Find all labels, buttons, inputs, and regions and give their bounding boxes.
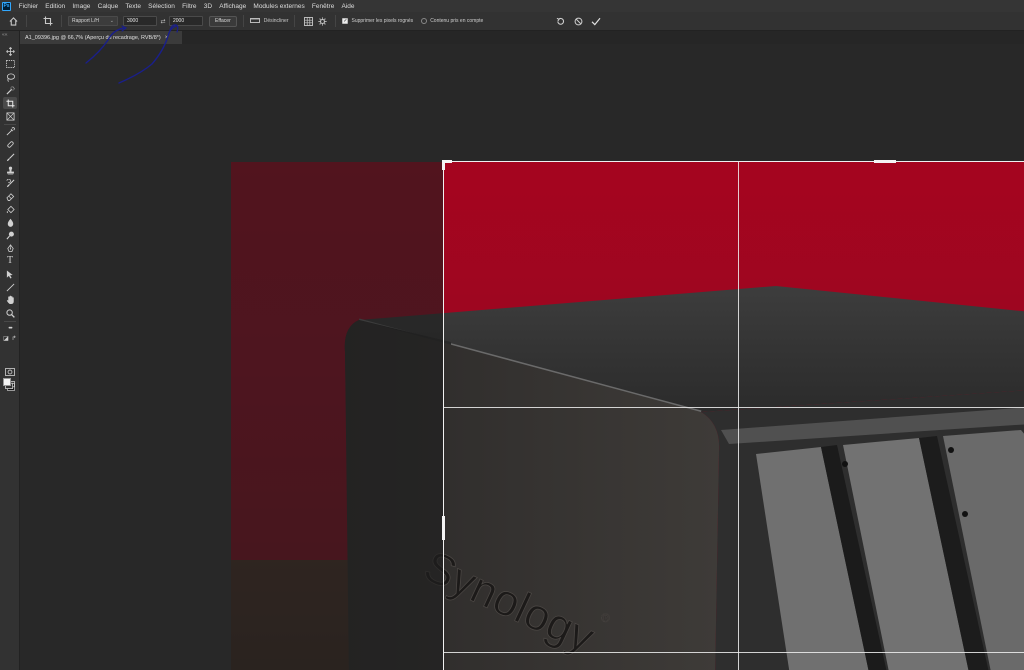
content-aware-label: Contenu pris en compte (430, 18, 484, 24)
blur-tool-icon[interactable] (3, 216, 17, 228)
crop-shield-overlay (231, 162, 443, 670)
checkbox-checked-icon: ✓ (342, 18, 349, 24)
crop-box[interactable] (442, 160, 1024, 670)
divider (242, 15, 244, 27)
close-icon[interactable]: × (165, 35, 169, 41)
divider (335, 15, 337, 27)
more-tools-icon[interactable]: ••• (3, 323, 17, 335)
pen-tool-icon[interactable] (3, 242, 17, 254)
marquee-tool-icon[interactable] (3, 58, 17, 70)
options-bar: Rapport L/H ⌄ 3000 ⇄ 2000 Effacer Désinc… (0, 12, 1024, 31)
dodge-tool-icon[interactable] (3, 229, 17, 241)
crop-ratio-select[interactable]: Rapport L/H ⌄ (68, 16, 118, 26)
menu-modules-externes[interactable]: Modules externes (250, 3, 309, 10)
straighten-icon (249, 17, 260, 26)
crop-handle-top-left[interactable] (442, 160, 445, 170)
brush-tool-icon[interactable] (3, 151, 17, 163)
divider (294, 15, 296, 27)
crop-width-input[interactable]: 3000 (123, 16, 157, 26)
menu-edition[interactable]: Edition (42, 3, 69, 10)
move-tool-icon[interactable] (3, 45, 17, 57)
menu-fenetre[interactable]: Fenêtre (308, 3, 338, 10)
swap-colors-icon[interactable]: ↱ (10, 335, 18, 343)
delete-cropped-pixels-checkbox[interactable]: ✓ Supprimer les pixels rognés (342, 18, 413, 24)
clear-button[interactable]: Effacer (209, 15, 237, 27)
menu-selection[interactable]: Sélection (145, 3, 179, 10)
divider (26, 15, 27, 27)
photoshop-logo-icon: Ps (2, 1, 11, 11)
paint-bucket-tool-icon[interactable] (3, 203, 17, 215)
straighten-label: Désincliner (263, 18, 289, 24)
crop-handle-left[interactable] (442, 516, 445, 540)
menu-aide[interactable]: Aide (338, 3, 358, 10)
lasso-tool-icon[interactable] (3, 71, 17, 83)
content-aware-checkbox[interactable]: Contenu pris en compte (421, 18, 483, 24)
grid-overlay-icon[interactable] (301, 14, 315, 28)
straighten-button[interactable]: Désincliner (249, 17, 289, 26)
menu-calque[interactable]: Calque (94, 3, 122, 10)
divider (61, 15, 62, 27)
divider (4, 321, 16, 322)
crop-height-input[interactable]: 2000 (169, 16, 203, 26)
default-colors-icon[interactable]: ◪ (2, 335, 10, 343)
eyedropper-tool-icon[interactable] (3, 125, 17, 137)
menu-texte[interactable]: Texte (122, 3, 145, 10)
clone-stamp-tool-icon[interactable] (3, 164, 17, 176)
path-selection-tool-icon[interactable] (3, 268, 17, 280)
type-tool-icon[interactable]: T (3, 255, 17, 267)
gear-icon[interactable] (315, 14, 329, 28)
rule-of-thirds-line (738, 162, 739, 670)
delete-cropped-pixels-label: Supprimer les pixels rognés (351, 18, 414, 24)
collapse-panel-icon[interactable]: «« (2, 32, 8, 38)
chevron-down-icon: ⌄ (109, 18, 114, 24)
document-tab[interactable]: A1_09396.jpg @ 66,7% (Aperçu du recadrag… (20, 31, 182, 44)
quick-selection-tool-icon[interactable] (3, 84, 17, 96)
checkmark-icon[interactable] (589, 14, 603, 28)
menu-fichier[interactable]: Fichier (15, 3, 42, 10)
photoshop-window: Ps Fichier Edition Image Calque Texte Sé… (0, 0, 1024, 670)
document-tab-title: A1_09396.jpg @ 66,7% (Aperçu du recadrag… (25, 34, 161, 41)
healing-brush-tool-icon[interactable] (3, 138, 17, 150)
eraser-tool-icon[interactable] (3, 190, 17, 202)
menu-3d[interactable]: 3D (200, 3, 216, 10)
frame-tool-icon[interactable] (3, 110, 17, 122)
hand-tool-icon[interactable] (3, 294, 17, 306)
swap-icon[interactable]: ⇄ (157, 18, 169, 25)
foreground-color-swatch[interactable] (3, 378, 11, 386)
zoom-tool-icon[interactable] (3, 307, 17, 319)
crop-ratio-value: Rapport L/H (72, 18, 99, 24)
crop-tool-icon[interactable] (3, 97, 17, 109)
home-icon[interactable] (6, 14, 20, 28)
checkbox-unchecked-icon (421, 18, 428, 24)
undo-icon[interactable] (553, 14, 567, 28)
canvas-area[interactable]: Synology ® (20, 44, 1024, 670)
line-tool-icon[interactable] (3, 281, 17, 293)
cancel-icon[interactable] (571, 14, 585, 28)
history-brush-tool-icon[interactable] (3, 177, 17, 189)
document-tab-bar: A1_09396.jpg @ 66,7% (Aperçu du recadrag… (20, 31, 1024, 44)
quick-mask-icon[interactable] (3, 366, 17, 378)
menu-image[interactable]: Image (69, 3, 94, 10)
rule-of-thirds-line (444, 652, 1024, 653)
crop-preset-icon[interactable] (41, 14, 55, 28)
menu-affichage[interactable]: Affichage (216, 3, 250, 10)
crop-handle-top[interactable] (874, 160, 896, 163)
menu-bar: Ps Fichier Edition Image Calque Texte Sé… (0, 0, 1024, 12)
toolbox: «« T ••• ◪ ↱ (0, 31, 20, 670)
rule-of-thirds-line (444, 407, 1024, 408)
menu-filtre[interactable]: Filtre (179, 3, 201, 10)
